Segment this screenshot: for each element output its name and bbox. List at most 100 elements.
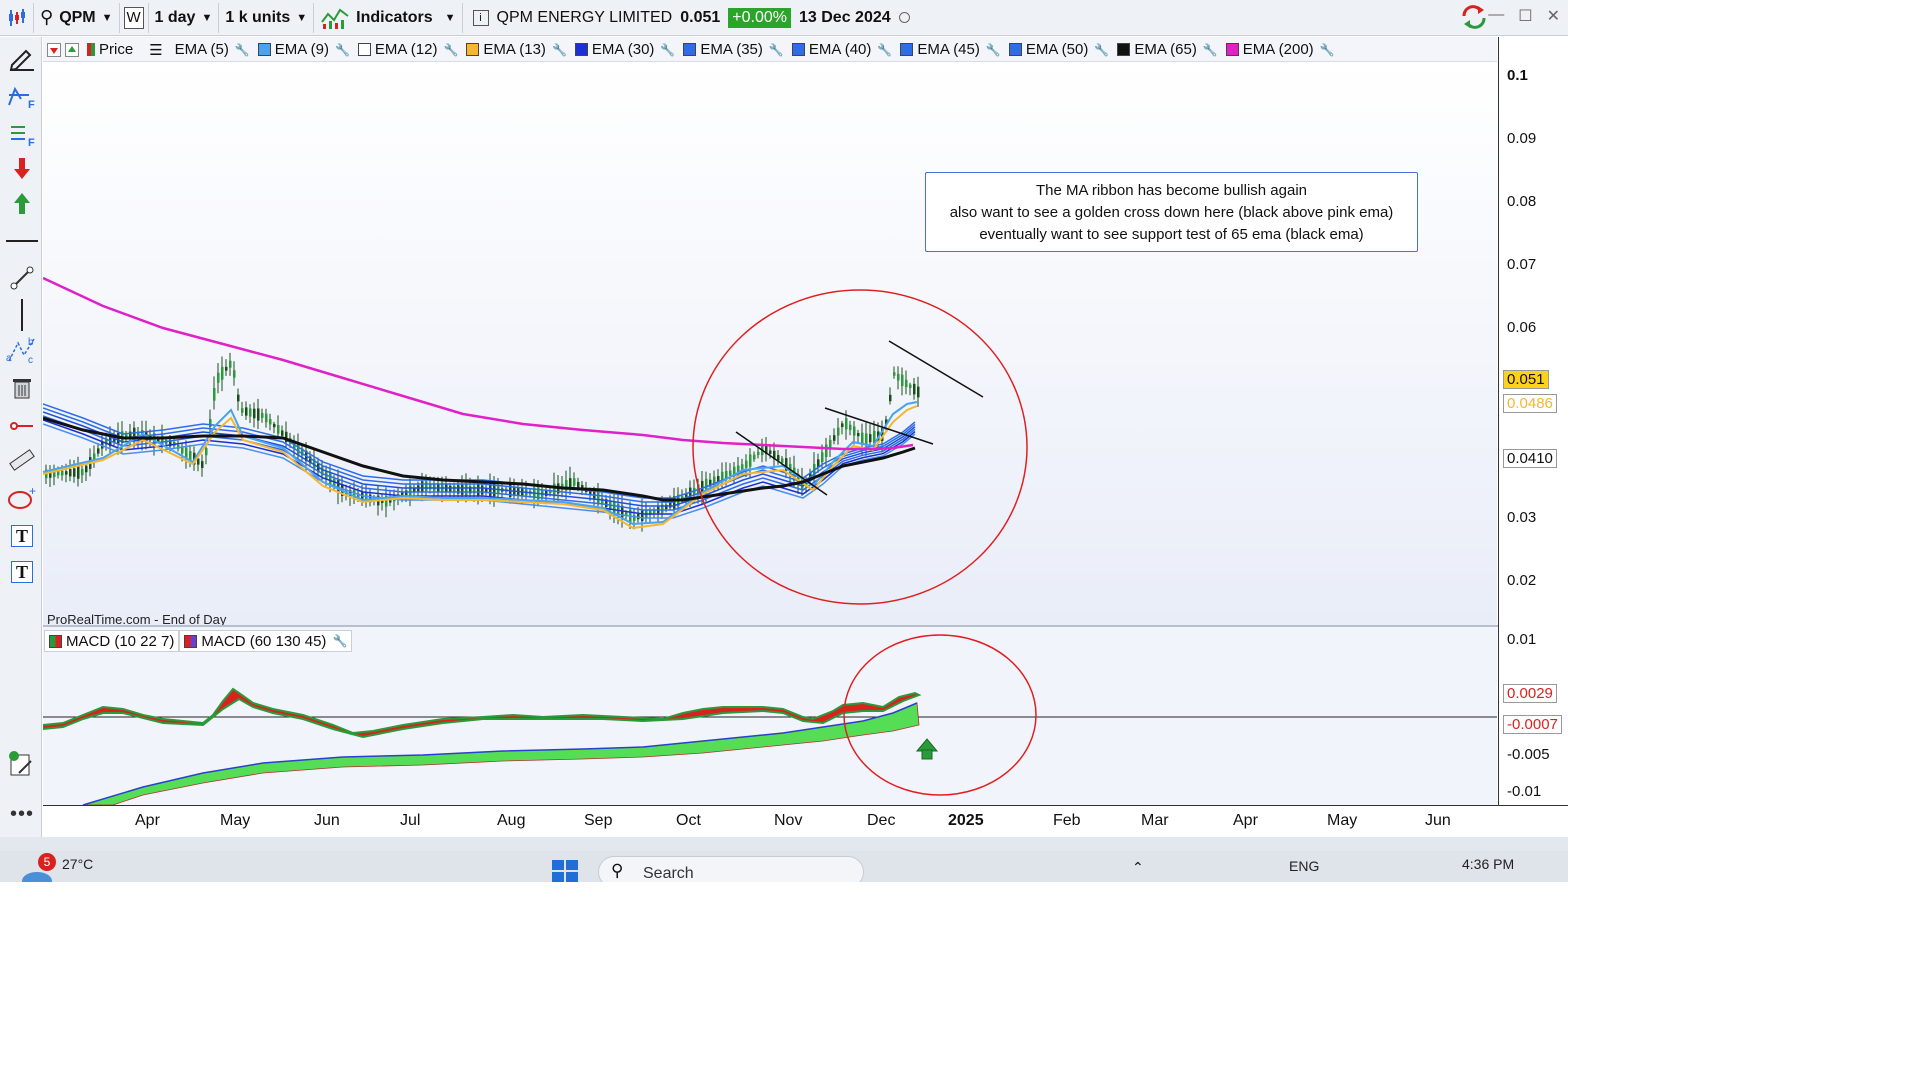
chevron-down-icon: ▼	[101, 11, 113, 24]
wrench-icon[interactable]: 🔧	[235, 43, 250, 57]
weather-cloud-icon	[22, 872, 52, 882]
wrench-icon[interactable]: 🔧	[986, 43, 1001, 57]
wrench-icon[interactable]: 🔧	[443, 43, 458, 57]
minimize-icon[interactable]: —	[1488, 6, 1504, 26]
more-options-icon[interactable]: •••	[6, 799, 38, 829]
candle-body	[97, 448, 100, 454]
arrow-up-icon[interactable]	[6, 189, 38, 219]
wrench-icon[interactable]: 🔧	[332, 634, 347, 648]
legend-item-ema-9[interactable]: EMA (9) 🔧	[254, 39, 354, 61]
indicators-button[interactable]: Indicators ▼	[314, 2, 463, 33]
chevron-down-icon: ▼	[296, 11, 308, 24]
candle-body	[893, 372, 896, 376]
language-indicator[interactable]: ENG	[1289, 858, 1319, 874]
close-icon[interactable]: ✕	[1547, 6, 1560, 26]
fibonacci-levels-icon[interactable]: F	[6, 119, 38, 149]
wrench-icon[interactable]: 🔧	[1203, 43, 1218, 57]
legend-label: EMA (13)	[483, 41, 546, 58]
color-swatch	[683, 43, 697, 56]
time-axis[interactable]: Apr May Jun Jul Aug Sep Oct Nov Dec 2025 Feb Mar Apr…	[43, 805, 1568, 837]
wrench-icon[interactable]: 🔧	[769, 43, 784, 57]
legend-item-ema-12[interactable]: EMA (12) 🔧	[354, 39, 462, 61]
candle-body	[577, 481, 580, 488]
chart-type-icon[interactable]	[0, 2, 34, 33]
candle-body	[861, 432, 864, 444]
units-selector[interactable]: 1 k units ▼	[219, 2, 315, 33]
arrow-up-small-icon[interactable]	[65, 42, 79, 57]
wrench-icon[interactable]: 🔧	[877, 43, 892, 57]
clock-time[interactable]: 4:36 PM	[1462, 856, 1514, 872]
text-tool-icon[interactable]: T	[6, 521, 38, 551]
candle-body	[897, 373, 900, 381]
trend-line-icon[interactable]	[6, 263, 38, 293]
svg-text:F: F	[28, 137, 35, 147]
macd-tick-label: -0.005	[1507, 746, 1550, 763]
legend-item-ema-45[interactable]: EMA (45) 🔧	[896, 39, 1004, 61]
ray-line-icon[interactable]	[6, 411, 38, 441]
candle-body	[841, 423, 844, 428]
candle-body	[85, 465, 88, 473]
alerts-icon[interactable]	[6, 749, 38, 779]
info-icon[interactable]: i	[472, 9, 489, 26]
vertical-line-icon[interactable]	[21, 299, 23, 331]
legend-item-ema-30[interactable]: EMA (30) 🔧	[571, 39, 679, 61]
sync-icon[interactable]	[1460, 4, 1488, 30]
candle-body	[781, 458, 784, 463]
abc-pattern-icon[interactable]: a bc	[6, 335, 38, 365]
wrench-icon[interactable]: 🔧	[1094, 43, 1109, 57]
legend-item-ema-65[interactable]: EMA (65) 🔧	[1113, 39, 1221, 61]
fibonacci-fan-icon[interactable]: F	[6, 81, 38, 111]
price-chart[interactable]	[43, 62, 1497, 625]
annotation-box[interactable]: The MA ribbon has become bullish again a…	[925, 172, 1418, 252]
ellipse-icon[interactable]: +	[6, 483, 38, 513]
wrench-icon[interactable]: 🔧	[1320, 43, 1335, 57]
legend-item-price[interactable]: Price ☰	[83, 39, 167, 61]
color-swatch	[49, 634, 62, 648]
macd-legend-item-1[interactable]: MACD (10 22 7)	[44, 630, 180, 652]
ruler-icon[interactable]	[6, 445, 38, 475]
legend-item-ema-200[interactable]: EMA (200) 🔧	[1222, 39, 1339, 61]
price-axis[interactable]: 0.1 0.09 0.08 0.07 0.06 0.03 0.02 0.051 0.0486 0.…	[1498, 37, 1568, 805]
legend-controls[interactable]	[43, 39, 83, 61]
legend-label: EMA (30)	[591, 41, 655, 58]
svg-text:b: b	[28, 337, 34, 348]
candle-body	[825, 444, 828, 457]
candle-body	[857, 433, 860, 437]
wrench-icon[interactable]: 🔧	[660, 43, 675, 57]
legend-item-ema-50[interactable]: EMA (50) 🔧	[1005, 39, 1113, 61]
taskbar-search[interactable]: ⚲ Search	[598, 856, 864, 882]
arrow-down-small-icon[interactable]	[47, 42, 61, 57]
price-tick-label: 0.02	[1507, 572, 1537, 589]
arrow-down-icon[interactable]	[6, 153, 38, 183]
menu-icon[interactable]: ☰	[149, 41, 162, 59]
period-selector[interactable]: W	[120, 2, 149, 33]
legend-item-ema-35[interactable]: EMA (35) 🔧	[679, 39, 787, 61]
legend-item-ema-40[interactable]: EMA (40) 🔧	[788, 39, 896, 61]
legend-label: EMA (12)	[374, 41, 438, 58]
candle-body	[197, 458, 200, 465]
candle-body	[745, 460, 748, 468]
horizontal-line-icon[interactable]	[6, 240, 38, 242]
legend-item-ema-13[interactable]: EMA (13) 🔧	[462, 39, 570, 61]
text-box-icon[interactable]: T	[6, 557, 38, 587]
pencil-icon[interactable]	[6, 43, 38, 73]
price-tick-label: 0.07	[1507, 256, 1537, 273]
maximize-icon[interactable]: ☐	[1518, 6, 1532, 26]
candle-body	[905, 379, 908, 388]
wrench-icon[interactable]: 🔧	[552, 43, 567, 57]
symbol-selector[interactable]: ⚲ QPM ▼	[34, 2, 120, 33]
timeframe-selector[interactable]: 1 day ▼	[149, 2, 220, 33]
trash-icon[interactable]	[6, 373, 38, 403]
start-windows-icon[interactable]	[552, 860, 578, 882]
quote-date: 13 Dec 2024	[799, 8, 891, 26]
weather-temperature[interactable]: 27°C	[62, 856, 93, 872]
wrench-icon[interactable]: 🔧	[335, 43, 350, 57]
macd-marker-label: 0.0029	[1503, 684, 1557, 703]
chevron-down-icon: ▼	[444, 11, 456, 24]
period-code: W	[123, 6, 144, 29]
macd-legend-item-2[interactable]: MACD (60 130 45) 🔧	[179, 630, 353, 652]
macd-chart[interactable]	[43, 627, 1497, 805]
legend-item-ema-5[interactable]: EMA (5) 🔧	[167, 39, 254, 61]
chevron-up-icon[interactable]: ⌃	[1132, 859, 1144, 876]
bottom-scroll-strip[interactable]	[0, 837, 1568, 851]
